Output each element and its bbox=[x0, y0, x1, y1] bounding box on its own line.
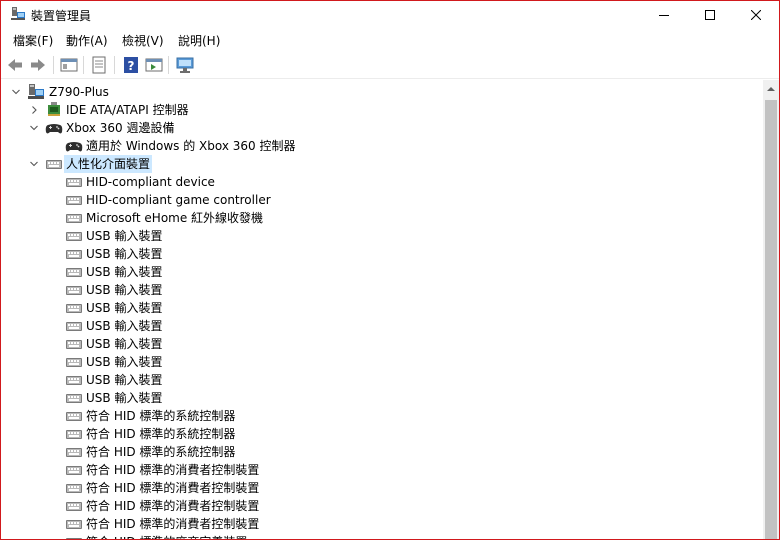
hid-icon bbox=[66, 214, 82, 223]
tree-node-label: 符合 HID 標準的系統控制器 bbox=[86, 445, 236, 459]
tree-root-label: Z790-Plus bbox=[49, 85, 109, 99]
tree-node-label: Xbox 360 週邊設備 bbox=[66, 121, 175, 135]
hid-icon bbox=[66, 538, 82, 539]
toolbar-separator bbox=[168, 56, 169, 74]
chevron-right-icon[interactable] bbox=[29, 101, 39, 119]
tree-node-label: USB 輸入裝置 bbox=[86, 373, 163, 387]
hid-icon bbox=[46, 160, 62, 169]
back-icon[interactable] bbox=[5, 55, 25, 75]
tree-node-label: 符合 HID 標準的消費者控制裝置 bbox=[86, 499, 260, 513]
tree-node-label: USB 輸入裝置 bbox=[86, 229, 163, 243]
tree-node-label: Microsoft eHome 紅外線收發機 bbox=[86, 211, 264, 225]
scroll-up-arrow-icon[interactable] bbox=[763, 80, 779, 98]
scan-hardware-icon[interactable] bbox=[175, 55, 195, 75]
forward-icon[interactable] bbox=[28, 55, 48, 75]
hid-icon bbox=[66, 268, 82, 277]
hid-icon bbox=[66, 178, 82, 187]
action-pane-icon[interactable] bbox=[144, 55, 164, 75]
hid-icon bbox=[66, 250, 82, 259]
tree-node-label: HID-compliant game controller bbox=[86, 193, 271, 207]
menu-file[interactable]: 檔案(F) bbox=[13, 32, 53, 49]
toolbar: ? bbox=[1, 51, 779, 79]
minimize-icon bbox=[659, 15, 669, 16]
menu-help[interactable]: 說明(H) bbox=[178, 32, 220, 49]
title-bar[interactable]: 裝置管理員 bbox=[1, 1, 779, 28]
console-tree-icon[interactable] bbox=[59, 55, 79, 75]
hid-icon bbox=[66, 358, 82, 367]
toolbar-separator bbox=[114, 56, 115, 74]
tree-node-label: USB 輸入裝置 bbox=[86, 319, 163, 333]
tree-node-label: 符合 HID 標準的消費者控制裝置 bbox=[86, 481, 260, 495]
properties-icon[interactable] bbox=[89, 55, 109, 75]
tree-node-label: USB 輸入裝置 bbox=[86, 301, 163, 315]
toolbar-separator bbox=[83, 56, 84, 74]
gamepad-icon bbox=[65, 142, 83, 152]
hid-icon bbox=[66, 196, 82, 205]
hid-icon bbox=[66, 448, 82, 457]
window-title: 裝置管理員 bbox=[31, 9, 92, 23]
scrollbar-thumb[interactable] bbox=[765, 100, 777, 539]
device-tree: Z790-Plus IDE ATA/ATAPI 控制器 Xbox 360 週邊設備… bbox=[1, 80, 763, 539]
tree-node-label: USB 輸入裝置 bbox=[86, 355, 163, 369]
maximize-button[interactable] bbox=[687, 1, 733, 28]
menu-view[interactable]: 檢視(V) bbox=[122, 32, 164, 49]
vertical-scrollbar[interactable] bbox=[763, 80, 779, 539]
tree-node-label: USB 輸入裝置 bbox=[86, 265, 163, 279]
hid-icon bbox=[66, 484, 82, 493]
computer-icon bbox=[28, 84, 44, 99]
tree-node-label: 符合 HID 標準的系統控制器 bbox=[86, 427, 236, 441]
svg-text:?: ? bbox=[128, 59, 135, 73]
hid-icon bbox=[66, 466, 82, 475]
chevron-down-icon[interactable] bbox=[29, 155, 39, 173]
device-manager-window: 裝置管理員 檔案(F) 動作(A) 檢視(V) 說明(H) ? Z790-Plu… bbox=[0, 0, 780, 540]
gamepad-icon bbox=[45, 124, 63, 134]
hid-icon bbox=[66, 286, 82, 295]
minimize-button[interactable] bbox=[641, 1, 687, 28]
tree-node-label: 符合 HID 標準的廠商定義裝置 bbox=[84, 533, 249, 539]
hid-icon bbox=[66, 322, 82, 331]
tree-node-label: 符合 HID 標準的消費者控制裝置 bbox=[86, 463, 260, 477]
hid-icon bbox=[66, 520, 82, 529]
hid-icon bbox=[66, 304, 82, 313]
tree-node-label: 符合 HID 標準的消費者控制裝置 bbox=[86, 517, 260, 531]
maximize-icon bbox=[705, 10, 715, 20]
tree-node-label: HID-compliant device bbox=[86, 175, 215, 189]
tree-node-label: 符合 HID 標準的系統控制器 bbox=[86, 409, 236, 423]
tree-node-label: USB 輸入裝置 bbox=[86, 391, 163, 405]
hid-icon bbox=[66, 412, 82, 421]
menu-action[interactable]: 動作(A) bbox=[66, 32, 108, 49]
hid-icon bbox=[66, 502, 82, 511]
help-icon[interactable]: ? bbox=[121, 55, 141, 75]
close-icon bbox=[751, 10, 761, 20]
tree-node-label: USB 輸入裝置 bbox=[86, 247, 163, 261]
tree-node-label: 人性化介面裝置 bbox=[64, 155, 153, 173]
tree-node-label: IDE ATA/ATAPI 控制器 bbox=[66, 103, 189, 117]
hid-icon bbox=[66, 232, 82, 241]
hid-icon bbox=[66, 394, 82, 403]
hid-icon bbox=[66, 340, 82, 349]
tree-node-label: USB 輸入裝置 bbox=[86, 337, 163, 351]
device-manager-app-icon bbox=[11, 7, 25, 20]
hid-icon bbox=[66, 430, 82, 439]
hid-icon bbox=[66, 376, 82, 385]
ide-controller-icon bbox=[48, 102, 60, 116]
chevron-down-icon[interactable] bbox=[11, 83, 21, 101]
toolbar-separator bbox=[53, 56, 54, 74]
chevron-down-icon[interactable] bbox=[29, 119, 39, 137]
close-button[interactable] bbox=[733, 1, 779, 28]
tree-node-label: 適用於 Windows 的 Xbox 360 控制器 bbox=[86, 139, 296, 153]
menu-bar: 檔案(F) 動作(A) 檢視(V) 說明(H) bbox=[1, 28, 779, 51]
tree-node-label: USB 輸入裝置 bbox=[86, 283, 163, 297]
